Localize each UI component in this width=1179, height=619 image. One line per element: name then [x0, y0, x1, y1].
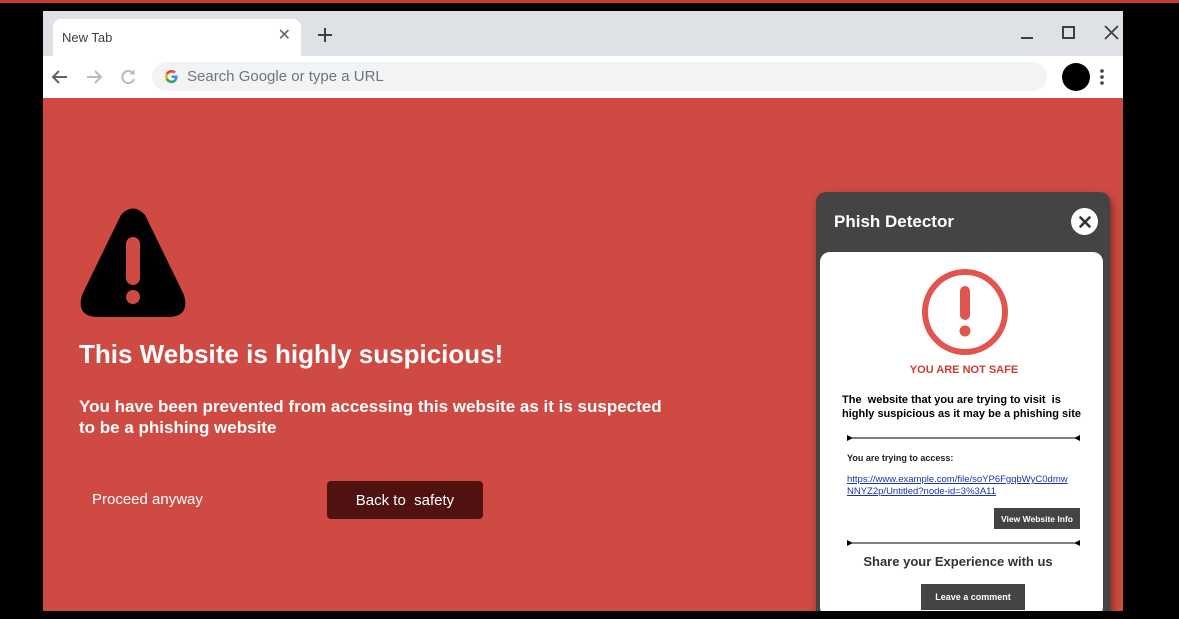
- browser-window: New Tab ✕ Search Google or type a URL Th…: [43, 11, 1123, 611]
- tab-new-tab[interactable]: New Tab ✕: [53, 19, 301, 56]
- back-to-safety-button[interactable]: Back to safety: [327, 481, 483, 519]
- close-window-icon[interactable]: [1103, 24, 1121, 42]
- phish-detector-panel: Phish Detector YOU ARE NOT SAFE The webs…: [816, 192, 1110, 611]
- divider-line: [847, 435, 1080, 441]
- kebab-menu-icon[interactable]: [1095, 67, 1109, 87]
- forward-arrow-icon[interactable]: [84, 67, 104, 87]
- new-tab-plus-icon[interactable]: [315, 25, 335, 45]
- top-accent-line: [0, 0, 1179, 3]
- maximize-icon[interactable]: [1060, 24, 1078, 42]
- view-website-info-button[interactable]: View Website Info: [994, 508, 1080, 529]
- extension-card: YOU ARE NOT SAFE The website that you ar…: [820, 252, 1103, 611]
- back-arrow-icon[interactable]: [50, 67, 70, 87]
- share-heading: Share your Experience with us: [863, 554, 1053, 569]
- leave-comment-button[interactable]: Leave a comment: [921, 584, 1025, 610]
- close-icon: [1078, 215, 1091, 228]
- warning-message: The website that you are trying to visit…: [842, 394, 1082, 420]
- access-label: You are trying to access:: [847, 453, 954, 463]
- divider-line: [847, 540, 1080, 546]
- tab-close-icon[interactable]: ✕: [278, 28, 291, 44]
- tab-strip: New Tab ✕: [43, 11, 1123, 56]
- warning-triangle-icon: [80, 208, 186, 317]
- suspicious-url-link[interactable]: https://www.example.com/file/soYP6FgqbWy…: [847, 474, 1069, 498]
- address-bar[interactable]: [152, 62, 1047, 91]
- reload-icon[interactable]: [118, 67, 138, 87]
- close-panel-button[interactable]: [1071, 208, 1098, 235]
- proceed-anyway-link[interactable]: Proceed anyway: [92, 491, 203, 508]
- alert-circle-icon: [922, 269, 1008, 355]
- profile-avatar[interactable]: [1062, 63, 1090, 91]
- minimize-icon[interactable]: [1018, 24, 1036, 42]
- extension-title: Phish Detector: [834, 212, 954, 231]
- status-text: YOU ARE NOT SAFE: [909, 364, 1019, 376]
- page-title: This Website is highly suspicious!: [79, 339, 504, 369]
- warning-page: This Website is highly suspicious! You h…: [43, 98, 1123, 611]
- google-g-icon: [164, 69, 178, 84]
- page-subtitle: You have been prevented from accessing t…: [79, 397, 662, 437]
- browser-toolbar: [43, 56, 1123, 99]
- tab-title: New Tab: [62, 30, 113, 45]
- address-input[interactable]: [187, 62, 1027, 91]
